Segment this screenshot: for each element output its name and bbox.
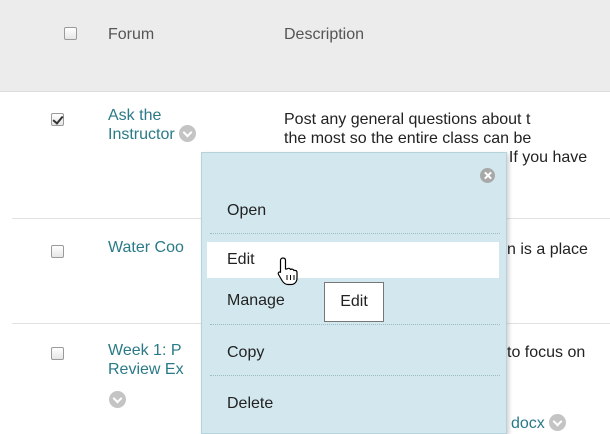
- menu-divider: [210, 233, 500, 234]
- select-all-checkbox[interactable]: [64, 27, 77, 40]
- hand-pointer-icon: [277, 257, 298, 286]
- row-description: to focus on: [507, 344, 586, 361]
- table-header: Forum Description: [0, 0, 610, 92]
- row-description: n is a place: [507, 241, 588, 258]
- forum-link-ask-the-instructor[interactable]: Ask the Instructor: [108, 106, 197, 144]
- chevron-down-icon[interactable]: [179, 125, 197, 142]
- forum-link-water-cooler[interactable]: Water Coo: [108, 238, 184, 257]
- menu-divider: [210, 375, 500, 376]
- row-description: Post any general questions about t the m…: [284, 111, 532, 147]
- row-checkbox[interactable]: [51, 113, 64, 126]
- menu-item-copy[interactable]: Copy: [202, 344, 506, 362]
- attachment-link[interactable]: docx: [511, 414, 567, 433]
- forum-link-week-1[interactable]: Week 1: P Review Ex: [108, 341, 184, 379]
- row-checkbox[interactable]: [51, 347, 64, 360]
- chevron-down-icon[interactable]: [109, 391, 126, 408]
- close-icon[interactable]: [480, 168, 495, 183]
- row-description-continued: : If you have: [500, 149, 588, 166]
- menu-item-delete[interactable]: Delete: [202, 395, 506, 413]
- column-header-description[interactable]: Description: [284, 26, 364, 44]
- edit-tooltip: Edit: [324, 282, 384, 322]
- menu-divider: [210, 324, 500, 325]
- menu-item-edit[interactable]: Edit: [207, 242, 499, 278]
- menu-item-open[interactable]: Open: [202, 202, 506, 220]
- row-checkbox[interactable]: [51, 245, 64, 258]
- column-header-forum[interactable]: Forum: [108, 26, 154, 44]
